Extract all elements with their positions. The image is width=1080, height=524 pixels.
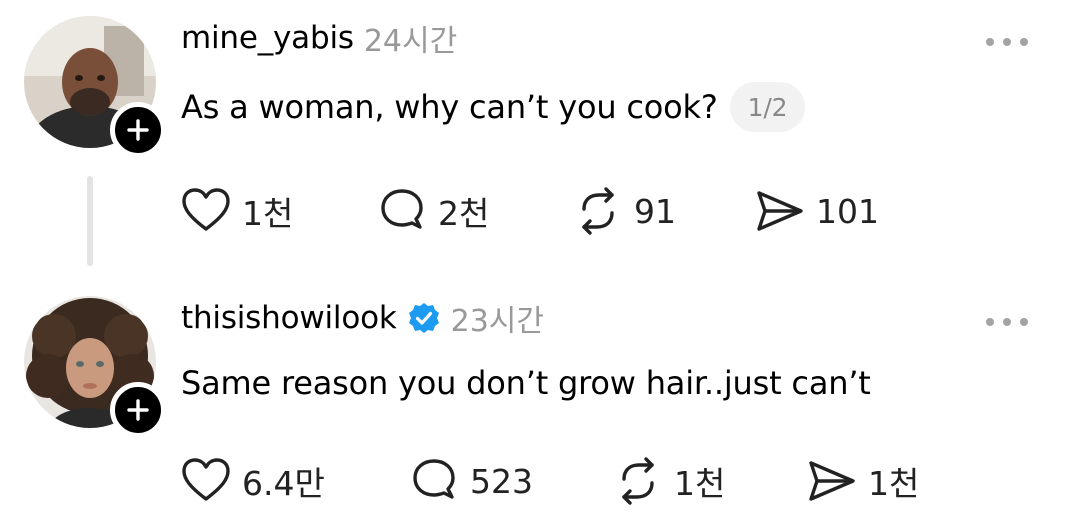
plus-icon (127, 399, 149, 421)
comment-icon (381, 189, 423, 229)
username[interactable]: thisishowilook (181, 300, 397, 336)
dot (1003, 38, 1011, 46)
send-icon (757, 191, 803, 231)
post-header: mine_yabis 24시간 (181, 18, 458, 59)
share-count: 101 (816, 191, 879, 231)
share-count: 1천 (868, 464, 920, 503)
repost-icon (622, 457, 654, 505)
dot (1003, 318, 1011, 326)
avatar-container (24, 296, 166, 438)
reply-button[interactable]: 2천 (376, 186, 489, 236)
thread-post: thisishowilook 23시간 Same reason you don’… (0, 280, 1080, 524)
repost-count: 91 (634, 191, 676, 231)
comment-icon (413, 459, 455, 499)
timestamp: 23시간 (450, 304, 544, 339)
dot (986, 318, 994, 326)
thread-post: mine_yabis 24시간 As a woman, why can’t yo… (0, 0, 1080, 280)
post-text: Same reason you don’t grow hair..just ca… (181, 358, 871, 408)
more-options-icon[interactable] (986, 36, 1028, 48)
post-text-content: As a woman, why can’t you cook? (181, 88, 718, 126)
share-button[interactable]: 1천 (806, 456, 919, 506)
like-count: 1천 (242, 194, 294, 233)
dot (1020, 318, 1028, 326)
timestamp: 24시간 (363, 24, 458, 59)
page-indicator: 1/2 (729, 82, 806, 132)
like-button[interactable]: 6.4만 (180, 456, 325, 506)
repost-button[interactable]: 1천 (612, 456, 725, 506)
dot (986, 38, 994, 46)
dot (1020, 38, 1028, 46)
username[interactable]: mine_yabis (181, 20, 354, 56)
reply-button[interactable]: 523 (408, 456, 533, 506)
send-icon (809, 461, 855, 501)
post-text-content: Same reason you don’t grow hair..just ca… (181, 364, 871, 402)
verified-badge-icon (407, 301, 441, 335)
reply-count: 523 (470, 461, 533, 501)
post-text: As a woman, why can’t you cook? 1/2 (181, 82, 806, 132)
heart-icon (182, 458, 230, 501)
repost-count: 1천 (674, 464, 726, 503)
avatar-container (24, 16, 166, 158)
repost-button[interactable]: 91 (572, 186, 676, 236)
share-button[interactable]: 101 (754, 186, 879, 236)
plus-icon (127, 119, 149, 141)
post-header: thisishowilook 23시간 (181, 298, 544, 339)
more-options-icon[interactable] (986, 316, 1028, 328)
thread-line (87, 176, 93, 266)
like-count: 6.4만 (242, 464, 325, 503)
like-button[interactable]: 1천 (180, 186, 293, 236)
heart-icon (182, 188, 230, 231)
reply-count: 2천 (438, 194, 490, 233)
follow-button[interactable] (110, 102, 166, 158)
repost-icon (582, 187, 614, 235)
follow-button[interactable] (110, 382, 166, 438)
